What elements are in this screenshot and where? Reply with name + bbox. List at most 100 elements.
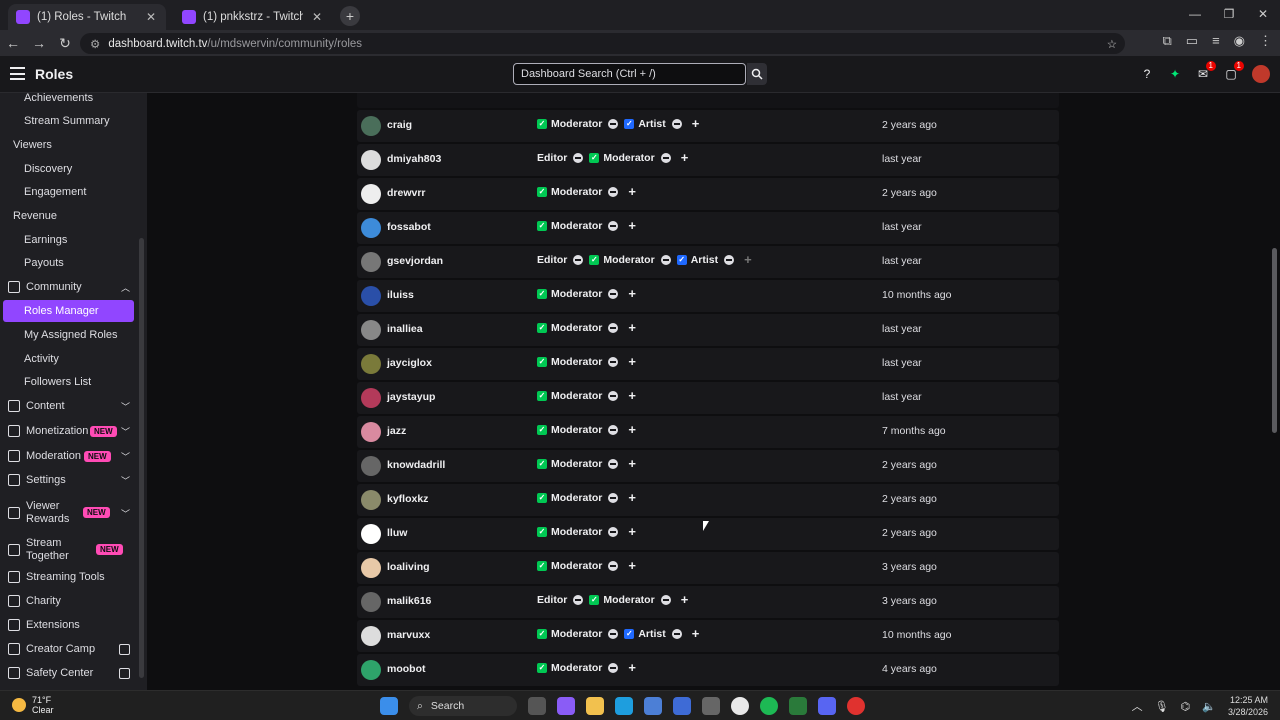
- sidebar-group-monetization[interactable]: Monetization NEW ﹀: [0, 420, 136, 442]
- remove-role-icon[interactable]: [660, 595, 671, 605]
- profile-icon[interactable]: ◉: [1234, 33, 1245, 49]
- user-avatar[interactable]: [361, 218, 381, 238]
- add-role-icon[interactable]: +: [628, 219, 636, 232]
- chrome-icon[interactable]: [731, 697, 749, 715]
- microphone-icon[interactable]: 🎙: [1155, 700, 1169, 713]
- sidebar-item-activity[interactable]: Activity: [0, 348, 136, 370]
- sidebar-item-stream-summary[interactable]: Stream Summary: [0, 110, 136, 132]
- sidebar-item-followers-list[interactable]: Followers List: [0, 371, 136, 393]
- bookmark-star-icon[interactable]: ☆: [1107, 37, 1117, 51]
- start-icon[interactable]: [380, 697, 398, 715]
- site-info-icon[interactable]: ⚙: [90, 37, 100, 51]
- user-avatar[interactable]: [361, 592, 381, 612]
- media-icon[interactable]: ≡: [1212, 33, 1220, 49]
- remove-role-icon[interactable]: [573, 595, 584, 605]
- task-view-icon[interactable]: [528, 697, 546, 715]
- sidebar-item-earnings[interactable]: Earnings: [0, 229, 136, 251]
- main-scrollbar[interactable]: [1272, 248, 1277, 433]
- add-role-icon[interactable]: +: [681, 151, 689, 164]
- remove-role-icon[interactable]: [608, 663, 619, 673]
- sidebar-item-roles-manager[interactable]: Roles Manager: [3, 300, 134, 322]
- sidebar-item-discovery[interactable]: Discovery: [0, 158, 136, 180]
- sidebar-group-viewers[interactable]: Viewers: [0, 134, 136, 156]
- sidebar-item-extensions[interactable]: Extensions: [0, 614, 136, 636]
- sidebar-item-payouts[interactable]: Payouts: [0, 252, 136, 274]
- sidebar-group-settings[interactable]: Settings ﹀: [0, 469, 136, 491]
- user-avatar[interactable]: [361, 660, 381, 680]
- sidebar-group-moderation[interactable]: Moderation NEW ﹀: [0, 445, 136, 467]
- username[interactable]: kyfloxkz: [387, 493, 428, 505]
- sidebar-item-safety-center[interactable]: Safety Center: [0, 662, 136, 684]
- remove-role-icon[interactable]: [608, 221, 619, 231]
- cast-icon[interactable]: ▭: [1186, 33, 1198, 49]
- user-avatar[interactable]: [361, 422, 381, 442]
- close-icon[interactable]: ✕: [144, 10, 158, 24]
- add-role-icon[interactable]: +: [628, 559, 636, 572]
- username[interactable]: iluiss: [387, 289, 414, 301]
- user-avatar[interactable]: [361, 626, 381, 646]
- sidebar-group-content[interactable]: Content ﹀: [0, 395, 136, 417]
- remove-role-icon[interactable]: [608, 527, 619, 537]
- remove-role-icon[interactable]: [671, 629, 682, 639]
- user-avatar[interactable]: [361, 116, 381, 136]
- add-role-icon[interactable]: +: [744, 253, 752, 266]
- address-bar[interactable]: ⚙ dashboard.twitch.tv/u/mdswervin/commun…: [80, 33, 1125, 54]
- copilot-icon[interactable]: [557, 697, 575, 715]
- user-avatar[interactable]: [361, 558, 381, 578]
- username[interactable]: moobot: [387, 663, 426, 675]
- sidebar-scrollbar[interactable]: [139, 238, 144, 678]
- store-icon[interactable]: [644, 697, 662, 715]
- browser-tab-roles[interactable]: (1) Roles - Twitch ✕: [8, 4, 166, 30]
- add-role-icon[interactable]: +: [692, 117, 700, 130]
- user-avatar[interactable]: [361, 490, 381, 510]
- notifications-icon[interactable]: ▢ 1: [1224, 61, 1244, 81]
- user-avatar[interactable]: [361, 184, 381, 204]
- sidebar-group-community[interactable]: Community ︿: [0, 276, 136, 298]
- browser-tab-pnkkstrz[interactable]: (1) pnkkstrz - Twitch ✕: [174, 4, 332, 30]
- sidebar-item-charity[interactable]: Charity: [0, 590, 136, 612]
- sidebar-item-streaming-tools[interactable]: Streaming Tools: [0, 566, 136, 588]
- mail-icon[interactable]: [673, 697, 691, 715]
- minimize-icon[interactable]: —: [1178, 0, 1212, 28]
- network-icon[interactable]: ⌬: [1181, 700, 1191, 713]
- close-window-icon[interactable]: ✕: [1246, 0, 1280, 28]
- remove-role-icon[interactable]: [608, 629, 619, 639]
- add-role-icon[interactable]: +: [628, 491, 636, 504]
- sidebar-item-achievements[interactable]: Achievements: [0, 93, 136, 109]
- username[interactable]: jayciglox: [387, 357, 432, 369]
- sidebar-group-revenue[interactable]: Revenue: [0, 205, 136, 227]
- inbox-icon[interactable]: ✉ 1: [1196, 61, 1216, 81]
- remove-role-icon[interactable]: [608, 459, 619, 469]
- username[interactable]: dmiyah803: [387, 153, 441, 165]
- user-avatar[interactable]: [361, 456, 381, 476]
- remove-role-icon[interactable]: [608, 323, 619, 333]
- username[interactable]: inalliea: [387, 323, 423, 335]
- taskbar-search[interactable]: ⌕ Search: [409, 696, 517, 716]
- username[interactable]: craig: [387, 119, 412, 131]
- remove-role-icon[interactable]: [573, 153, 584, 163]
- user-avatar[interactable]: [1252, 65, 1270, 83]
- user-avatar[interactable]: [361, 388, 381, 408]
- menu-icon[interactable]: ⋮: [1259, 33, 1272, 49]
- edge-icon[interactable]: [615, 697, 633, 715]
- file-explorer-icon[interactable]: [586, 697, 604, 715]
- user-avatar[interactable]: [361, 354, 381, 374]
- app-icon[interactable]: [702, 697, 720, 715]
- spotify-icon[interactable]: [760, 697, 778, 715]
- restore-icon[interactable]: ❐: [1212, 0, 1246, 28]
- volume-icon[interactable]: 🔈: [1202, 700, 1216, 713]
- close-icon[interactable]: ✕: [310, 10, 324, 24]
- username[interactable]: knowdadrill: [387, 459, 445, 471]
- remove-role-icon[interactable]: [608, 119, 619, 129]
- terminal-icon[interactable]: [789, 697, 807, 715]
- remove-role-icon[interactable]: [660, 153, 671, 163]
- dashboard-search-input[interactable]: [513, 63, 746, 85]
- sidebar-item-creator-camp[interactable]: Creator Camp: [0, 638, 136, 660]
- username[interactable]: lluw: [387, 527, 407, 539]
- discord-icon[interactable]: [818, 697, 836, 715]
- sidebar-item-engagement[interactable]: Engagement: [0, 181, 136, 203]
- remove-role-icon[interactable]: [608, 425, 619, 435]
- add-role-icon[interactable]: +: [628, 287, 636, 300]
- username[interactable]: jazz: [387, 425, 406, 437]
- remove-role-icon[interactable]: [660, 255, 671, 265]
